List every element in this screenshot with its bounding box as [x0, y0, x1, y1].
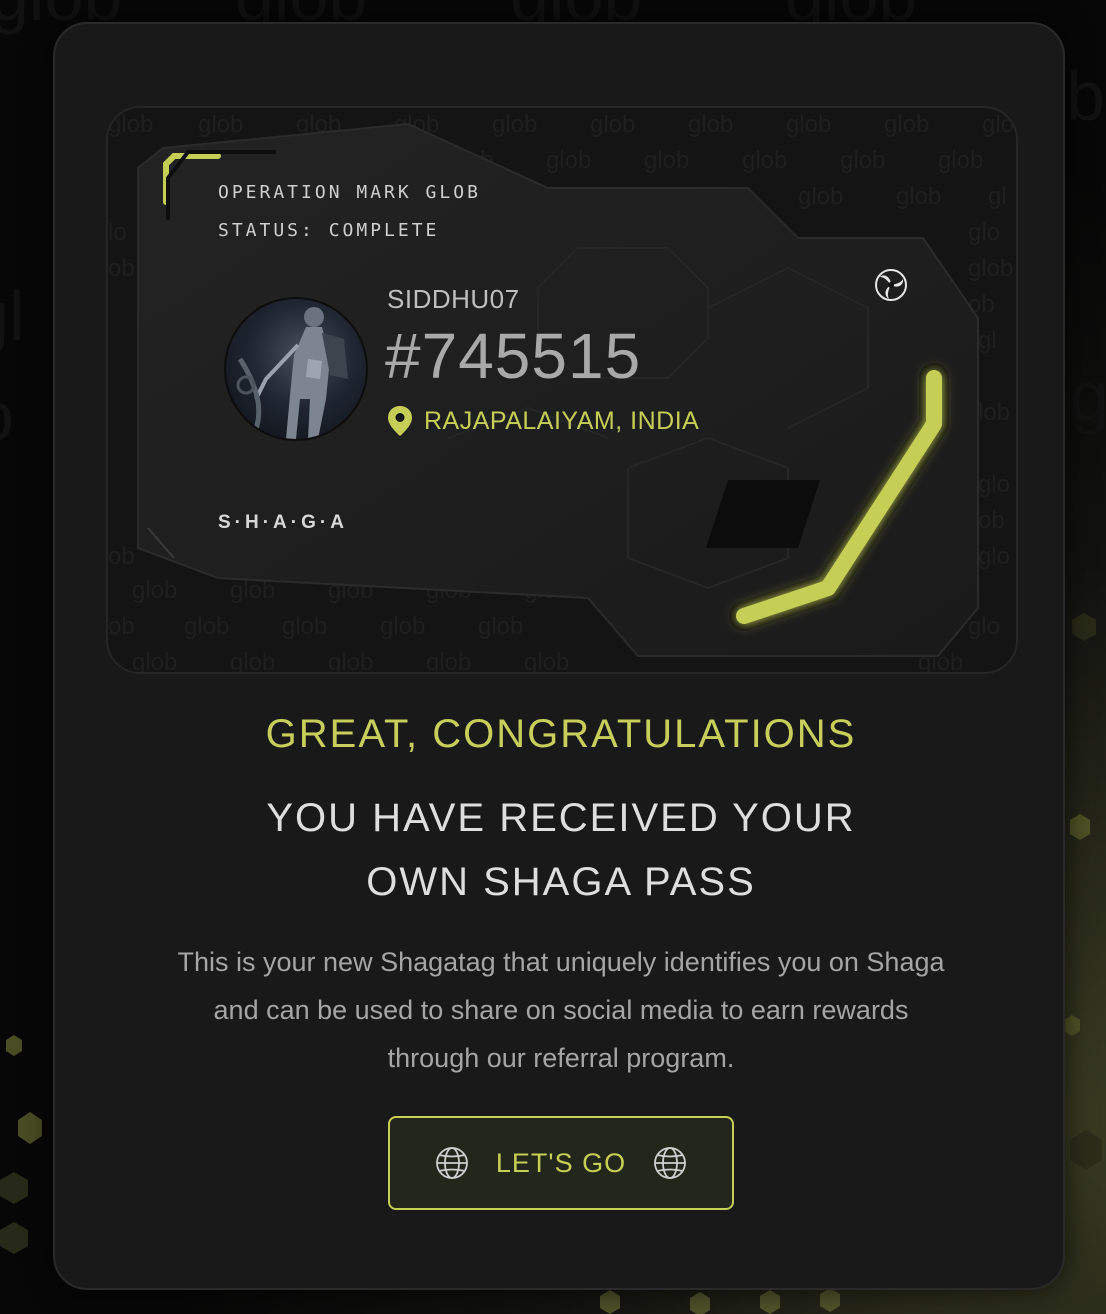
globe-icon — [654, 1147, 686, 1179]
svg-text:glob: glob — [688, 111, 733, 138]
svg-text:glob: glob — [524, 649, 569, 674]
svg-text:glob: glob — [840, 147, 885, 174]
svg-text:glob: glob — [426, 649, 471, 674]
shaga-brand: S·H·A·G·A — [218, 512, 348, 533]
operation-title: OPERATION MARK GLOB — [218, 182, 481, 203]
svg-text:glob: glob — [380, 613, 425, 640]
shaga-pass-card: globglobglobglobglobglobglobglobglobglob… — [106, 106, 1018, 674]
svg-text:glob: glob — [282, 613, 327, 640]
svg-text:glob: glob — [546, 147, 591, 174]
svg-text:lob: lob — [978, 399, 1010, 426]
congrats-heading: GREAT, CONGRATULATIONS — [265, 712, 857, 756]
svg-text:gl: gl — [1070, 357, 1106, 435]
svg-text:gl: gl — [988, 183, 1007, 210]
location-text: RAJAPALAIYAM, INDIA — [424, 406, 700, 435]
svg-text:gl: gl — [0, 277, 24, 355]
svg-text:ob: ob — [108, 543, 135, 570]
svg-text:b: b — [1066, 57, 1105, 135]
svg-text:glob: glob — [132, 649, 177, 674]
svg-text:o: o — [0, 377, 14, 455]
svg-text:glo: glo — [978, 471, 1010, 498]
received-line-2: OWN SHAGA PASS — [366, 860, 756, 904]
svg-text:glob: glob — [108, 111, 153, 138]
shaga-pass-modal: globglobglobglobglobglobglobglobglobglob… — [53, 22, 1065, 1290]
svg-text:glob: glob — [896, 183, 941, 210]
armored-archer-avatar-icon — [236, 307, 348, 439]
svg-text:glob: glob — [798, 183, 843, 210]
globe-icon — [436, 1147, 468, 1179]
location: RAJAPALAIYAM, INDIA — [388, 406, 699, 436]
pass-number: #745515 — [385, 320, 642, 392]
svg-text:glob: glob — [968, 255, 1013, 282]
page: glob glob glob glob gl o b gl — [0, 0, 1106, 1314]
svg-text:ob: ob — [108, 255, 135, 282]
svg-text:glob: glob — [184, 613, 229, 640]
svg-text:glob: glob — [938, 147, 983, 174]
svg-text:glob: glob — [982, 111, 1018, 138]
svg-text:glob: glob — [132, 577, 177, 604]
svg-text:glob: glob — [328, 649, 373, 674]
svg-text:glob: glob — [644, 147, 689, 174]
lets-go-label: LET'S GO — [495, 1147, 627, 1178]
received-line-1: YOU HAVE RECEIVED YOUR — [266, 796, 856, 840]
svg-text:glob: glob — [590, 111, 635, 138]
description: This is your new Shagatag that uniquely … — [177, 947, 945, 1073]
svg-text:glob: glob — [786, 111, 831, 138]
svg-text:ob: ob — [978, 507, 1005, 534]
svg-text:glob: glob — [230, 649, 275, 674]
svg-text:glo: glo — [968, 219, 1000, 246]
svg-text:glob: glob — [492, 111, 537, 138]
svg-text:gl: gl — [978, 327, 997, 354]
svg-text:ob: ob — [108, 613, 135, 640]
received-heading: YOU HAVE RECEIVED YOUR OWN SHAGA PASS — [55, 786, 1067, 914]
svg-text:glob: glob — [742, 147, 787, 174]
lets-go-button[interactable]: LET'S GO — [388, 1116, 734, 1210]
triskelion-logo-icon — [875, 269, 907, 301]
svg-text:glob: glob — [478, 613, 523, 640]
username: SIDDHU07 — [387, 284, 520, 314]
operation-status: STATUS: COMPLETE — [218, 220, 440, 241]
svg-text:glo: glo — [978, 543, 1010, 570]
user-avatar — [224, 297, 368, 441]
map-pin-icon — [388, 406, 412, 436]
svg-text:lo: lo — [108, 219, 127, 246]
svg-text:glob: glob — [884, 111, 929, 138]
svg-text:glob: glob — [198, 111, 243, 138]
svg-text:glo: glo — [968, 613, 1000, 640]
